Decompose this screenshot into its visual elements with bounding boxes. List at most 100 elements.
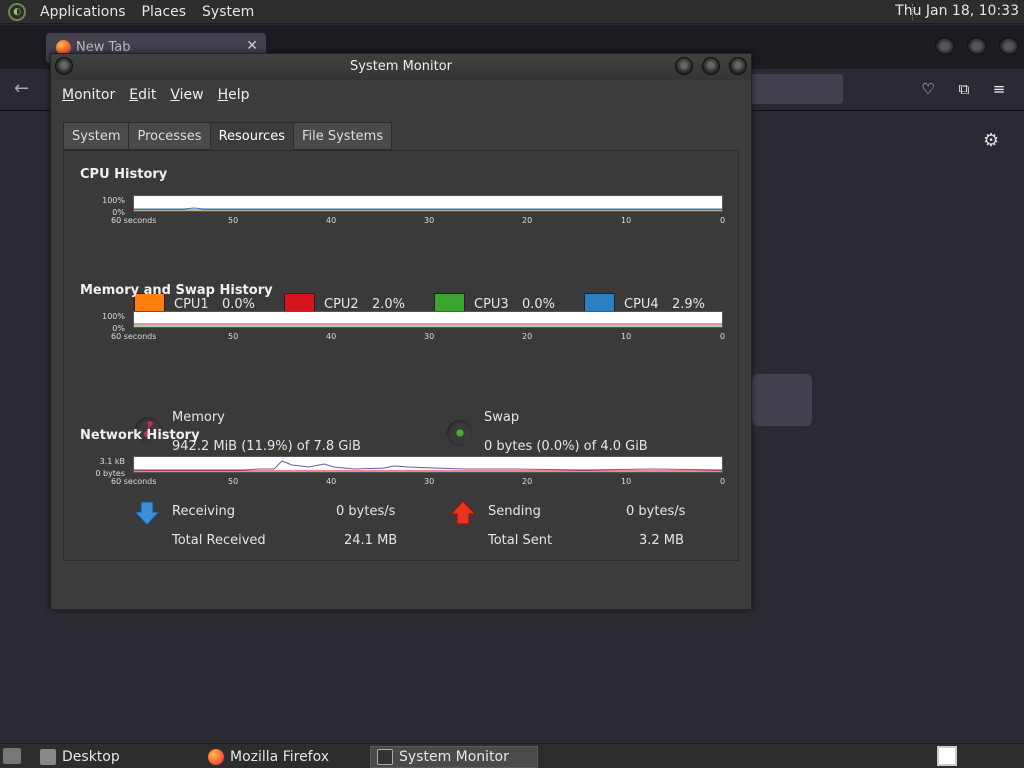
cpu-x-label-30: 30 <box>424 216 435 225</box>
memory-history-graph <box>133 311 723 328</box>
menu-view-rest: iew <box>179 87 204 103</box>
swap-pie-dot <box>455 428 465 438</box>
menu-view-mnemonic: V <box>170 87 180 103</box>
cpu1-name: CPU1 <box>174 296 209 312</box>
tab-processes[interactable]: Processes <box>128 122 211 150</box>
taskbar-item-desktop[interactable]: Desktop <box>34 746 199 768</box>
cpu2-name: CPU2 <box>324 296 359 312</box>
tab-strip: System Processes Resources File Systems <box>63 122 393 150</box>
menu-system[interactable]: System <box>194 4 262 20</box>
net-x-label-10: 10 <box>621 477 632 486</box>
taskbar-item-system-monitor[interactable]: System Monitor <box>370 746 538 768</box>
firefox-icon <box>208 749 224 765</box>
cpu-graph-lines <box>134 207 722 211</box>
menu-monitor[interactable]: Monitor <box>55 87 122 103</box>
sending-arrow-shape <box>450 500 476 525</box>
cpu-x-label-10: 10 <box>621 216 632 225</box>
memory-graph-lines <box>134 323 722 327</box>
taskbar-item-firefox[interactable]: Mozilla Firefox <box>202 746 367 768</box>
sending-label: Sending <box>488 504 541 519</box>
close-window-icon[interactable] <box>999 37 1019 55</box>
memory-history-title: Memory and Swap History <box>80 283 273 298</box>
swap-label: Swap <box>484 410 520 425</box>
cpu-x-label-20: 20 <box>522 216 533 225</box>
hamburger-menu-icon[interactable]: ≡ <box>990 80 1008 98</box>
swap-pie-svg <box>455 428 465 438</box>
menu-edit-mnemonic: E <box>129 87 139 103</box>
maximize-icon[interactable] <box>967 37 987 55</box>
total-received-label: Total Received <box>172 533 266 548</box>
receiving-value: 0 bytes/s <box>336 504 396 519</box>
swap-value: 0 bytes (0.0%) of 4.0 GiB <box>484 439 648 454</box>
cpu-x-label-50: 50 <box>228 216 239 225</box>
minimize-icon[interactable] <box>675 57 693 75</box>
menu-help-mnemonic: H <box>217 87 229 103</box>
network-history-graph <box>133 456 723 473</box>
url-bar[interactable] <box>748 74 843 104</box>
show-desktop-icon[interactable] <box>3 748 21 764</box>
cpu4-line <box>134 207 722 210</box>
menu-applications[interactable]: Applications <box>32 4 134 20</box>
menu-edit-rest: dit <box>138 87 157 103</box>
minimize-icon[interactable] <box>935 37 955 55</box>
tab-file-systems[interactable]: File Systems <box>292 122 393 150</box>
net-x-label-60: 60 seconds <box>111 477 157 486</box>
receiving-label: Receiving <box>172 504 236 519</box>
mem-x-label-30: 30 <box>424 332 435 341</box>
firefox-shortcut-card[interactable] <box>752 374 812 426</box>
net-x-label-0: 0 <box>720 477 726 486</box>
cpu3-name: CPU3 <box>474 296 509 312</box>
cpu1-value: 0.0% <box>222 296 256 312</box>
mem-x-label-60: 60 seconds <box>111 332 157 341</box>
net-x-label-50: 50 <box>228 477 239 486</box>
pocket-icon[interactable]: ♡ <box>919 80 937 98</box>
maximize-icon[interactable] <box>702 57 720 75</box>
receiving-arrow-shape <box>134 501 160 526</box>
tab-resources[interactable]: Resources <box>209 122 294 150</box>
cpu-history-graph <box>133 195 723 212</box>
swap-pie-icon[interactable] <box>447 420 473 446</box>
total-sent-value: 3.2 MB <box>639 533 684 548</box>
clock[interactable]: Thu Jan 18, 10:33 <box>895 3 1019 19</box>
receiving-arrow-icon[interactable] <box>134 500 160 526</box>
menu-view[interactable]: View <box>163 87 210 103</box>
cpu-history-title: CPU History <box>80 167 168 182</box>
net-x-label-20: 20 <box>522 477 533 486</box>
net-x-label-30: 30 <box>424 477 435 486</box>
cpu2-value: 2.0% <box>372 296 406 312</box>
desktop-folder-icon <box>40 749 56 765</box>
cpu4-name: CPU4 <box>624 296 659 312</box>
mem-x-label-50: 50 <box>228 332 239 341</box>
mem-x-label-20: 20 <box>522 332 533 341</box>
bottom-panel: Desktop Mozilla Firefox System Monitor <box>0 743 1024 768</box>
menu-help[interactable]: Help <box>211 87 257 103</box>
memory-value: 942.2 MiB (11.9%) of 7.8 GiB <box>172 439 361 454</box>
sending-value: 0 bytes/s <box>626 504 686 519</box>
total-sent-label: Total Sent <box>488 533 553 548</box>
system-monitor-window: System Monitor Monitor Edit View Help Sy… <box>50 53 752 610</box>
menu-help-rest: elp <box>228 87 250 103</box>
close-tab-icon[interactable]: ✕ <box>246 38 258 54</box>
tab-system[interactable]: System <box>63 122 130 150</box>
memory-label: Memory <box>172 410 225 425</box>
workspace-switcher-icon[interactable] <box>937 746 957 766</box>
close-icon[interactable] <box>729 57 747 75</box>
taskbar-label-firefox: Mozilla Firefox <box>230 749 330 765</box>
menu-monitor-mnemonic: M <box>62 87 75 103</box>
menu-logo-icon[interactable]: ◐ <box>8 2 26 21</box>
receiving-line <box>134 460 722 471</box>
net-x-label-40: 40 <box>326 477 337 486</box>
window-titlebar[interactable]: System Monitor <box>51 54 751 80</box>
mem-x-label-40: 40 <box>326 332 337 341</box>
menu-places[interactable]: Places <box>134 4 195 20</box>
cpu-y-max-label: 100% <box>102 196 125 205</box>
mem-x-label-10: 10 <box>621 332 632 341</box>
sending-arrow-icon[interactable] <box>450 500 476 526</box>
window-title: System Monitor <box>349 59 453 74</box>
extensions-icon[interactable]: ⧉ <box>955 80 973 98</box>
mem-x-label-0: 0 <box>720 332 726 341</box>
cpu-x-label-0: 0 <box>720 216 726 225</box>
back-arrow-icon[interactable]: ← <box>14 78 29 99</box>
gear-icon[interactable]: ⚙ <box>983 130 999 151</box>
menu-edit[interactable]: Edit <box>122 87 163 103</box>
